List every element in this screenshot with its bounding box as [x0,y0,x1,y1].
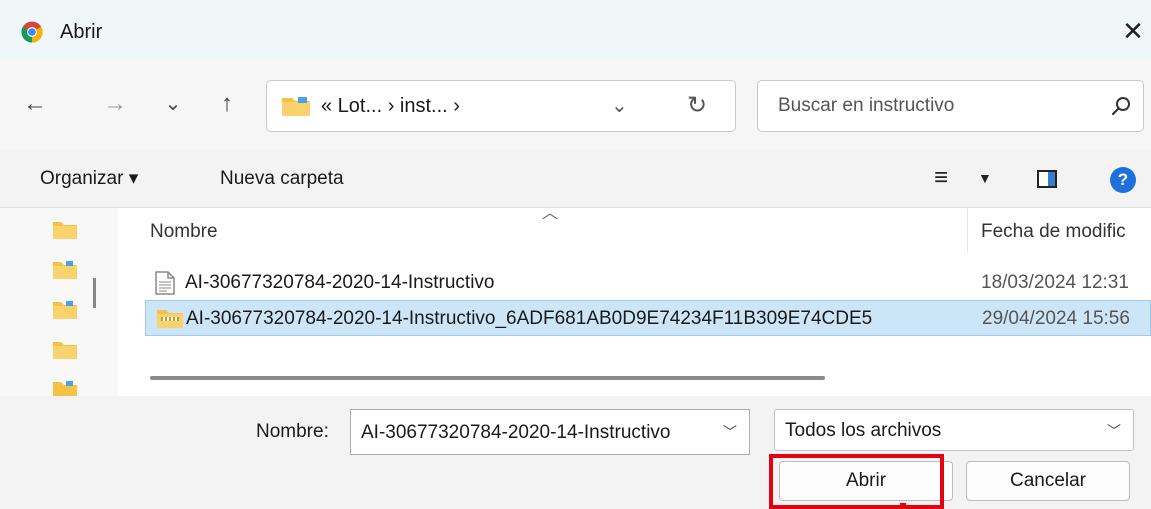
folder-icon[interactable] [52,220,78,240]
address-bar[interactable]: « Lot... › inst... › ⌄ ↻ [266,80,736,132]
up-arrow-icon[interactable]: ↑ [212,84,242,124]
folder-icon [282,97,310,116]
help-icon[interactable]: ? [1110,167,1136,193]
search-input[interactable] [778,91,1078,121]
sort-ascending-icon: ︿ [542,205,559,222]
column-header-date[interactable]: Fecha de modific [981,220,1126,244]
preview-pane-icon[interactable] [1037,170,1057,188]
folder-icon[interactable] [52,300,78,320]
file-row[interactable]: AI-30677320784-2020-14-Instructivo 18/03… [145,265,1151,301]
open-file-dialog: Abrir ✕ ← → ⌄ ↑ « Lot... › inst... › ⌄ ↻… [0,0,1151,509]
cancel-button[interactable]: Cancelar [966,461,1130,501]
chevron-down-icon[interactable]: ﹀ [1107,421,1121,441]
window-title: Abrir [60,21,103,43]
horizontal-scrollbar[interactable] [150,376,825,380]
file-name-value[interactable]: AI-30677320784-2020-14-Instructivo [361,421,717,445]
back-arrow-icon[interactable]: ← [20,84,50,124]
refresh-icon[interactable]: ↻ [687,89,707,123]
title-bar: Abrir ✕ [0,0,1151,60]
file-row-selected[interactable]: AI-30677320784-2020-14-Instructivo_6ADF6… [145,300,1151,336]
chevron-down-icon[interactable]: ﹀ [723,422,737,442]
highlight-annotation-box [769,454,944,509]
navigation-pane-scrollbar[interactable] [93,278,96,308]
file-type-select[interactable]: Todos los archivos ﹀ [774,409,1134,451]
file-date: 29/04/2024 15:56 [982,308,1130,329]
folder-icon[interactable] [52,380,78,396]
search-box [757,80,1144,132]
column-header-name[interactable]: Nombre [150,220,218,244]
file-name-combobox[interactable]: AI-30677320784-2020-14-Instructivo ﹀ [350,409,750,455]
forward-arrow-icon[interactable]: → [100,84,130,124]
file-date: 18/03/2024 12:31 [981,272,1129,293]
breadcrumb[interactable]: « Lot... › inst... › [321,94,460,118]
document-icon [155,271,175,295]
file-name: AI-30677320784-2020-14-Instructivo [185,272,495,293]
chrome-icon [21,21,43,43]
folder-icon[interactable] [52,260,78,280]
zip-folder-icon [157,310,183,328]
view-list-icon[interactable]: ≡ [934,163,948,193]
organize-button[interactable]: Organizar ▾ [40,164,138,194]
view-options-dropdown-icon[interactable]: ▼ [978,170,992,186]
close-icon[interactable]: ✕ [1116,14,1150,48]
file-type-value: Todos los archivos [785,420,942,441]
new-folder-button[interactable]: Nueva carpeta [220,164,344,194]
column-separator[interactable] [967,208,968,252]
recent-locations-chevron-icon[interactable]: ⌄ [158,84,188,124]
folder-icon[interactable] [52,340,78,360]
file-name: AI-30677320784-2020-14-Instructivo_6ADF6… [186,308,873,329]
annotation-pointer [900,503,906,509]
search-icon[interactable] [1110,95,1132,117]
address-dropdown-chevron-icon[interactable]: ⌄ [611,89,628,123]
file-name-label: Nombre: [256,421,329,442]
